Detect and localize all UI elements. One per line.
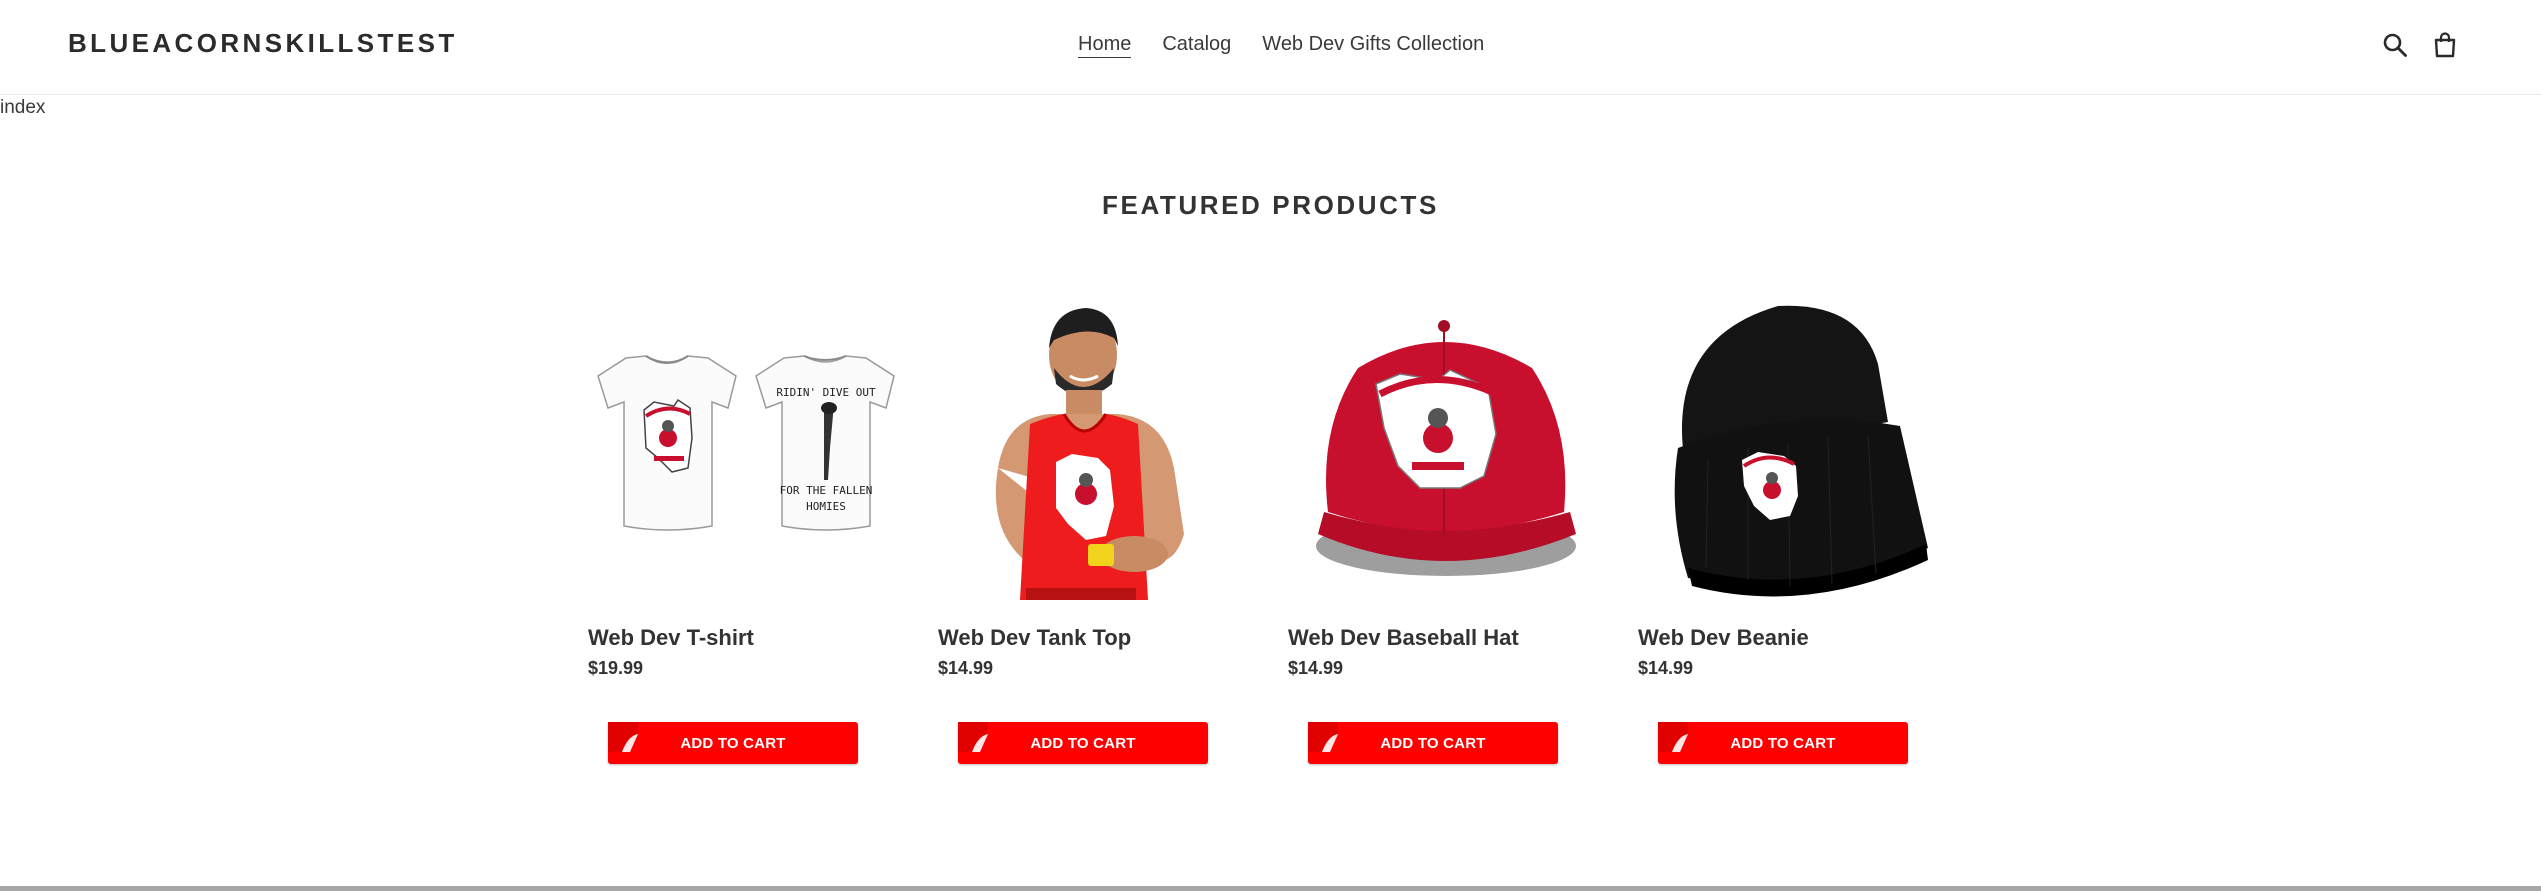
product-image-baseball-hat[interactable] xyxy=(1288,298,1600,603)
product-card-tshirt[interactable]: RIDIN' DIVE OUT FOR THE FALLEN HOMIES We… xyxy=(588,298,900,764)
add-to-cart-button[interactable]: ADD TO CART xyxy=(1308,722,1558,764)
product-title[interactable]: Web Dev Baseball Hat xyxy=(1288,625,1600,651)
template-label: index xyxy=(0,97,46,118)
page-fold-icon xyxy=(1658,722,1688,752)
search-icon xyxy=(2383,33,2407,57)
store-logo[interactable]: BLUEACORNSKILLSTEST xyxy=(68,28,458,59)
nav-link-web-dev-gifts[interactable]: Web Dev Gifts Collection xyxy=(1262,31,1484,58)
nav-link-catalog[interactable]: Catalog xyxy=(1162,31,1231,58)
product-title[interactable]: Web Dev T-shirt xyxy=(588,625,900,651)
add-to-cart-button[interactable]: ADD TO CART xyxy=(958,722,1208,764)
bottom-divider xyxy=(0,886,2541,891)
search-button[interactable] xyxy=(2378,28,2412,62)
product-price: $14.99 xyxy=(1288,658,1344,678)
cart-button[interactable] xyxy=(2428,28,2462,62)
featured-products-title: FEATURED PRODUCTS xyxy=(1102,190,1439,220)
add-to-cart-label: ADD TO CART xyxy=(1030,734,1136,752)
product-card-beanie[interactable]: Web Dev Beanie $14.99 ADD TO CART xyxy=(1638,298,1950,764)
product-card-baseball-hat[interactable]: Web Dev Baseball Hat $14.99 ADD TO CART xyxy=(1288,298,1600,764)
page-fold-icon xyxy=(958,722,988,752)
add-to-cart-label: ADD TO CART xyxy=(1380,734,1486,752)
product-price: $14.99 xyxy=(938,658,994,678)
product-card-tank-top[interactable]: Web Dev Tank Top $14.99 ADD TO CART xyxy=(938,298,1250,764)
svg-text:HOMIES: HOMIES xyxy=(806,500,846,513)
product-price: $19.99 xyxy=(588,658,644,678)
product-image-tshirt[interactable]: RIDIN' DIVE OUT FOR THE FALLEN HOMIES xyxy=(588,298,900,603)
product-image-tank-top[interactable] xyxy=(938,298,1250,603)
svg-text:RIDIN' DIVE OUT: RIDIN' DIVE OUT xyxy=(776,386,876,399)
product-title[interactable]: Web Dev Beanie xyxy=(1638,625,1950,651)
product-grid: RIDIN' DIVE OUT FOR THE FALLEN HOMIES We… xyxy=(588,298,1950,764)
add-to-cart-button[interactable]: ADD TO CART xyxy=(1658,722,1908,764)
page-fold-icon xyxy=(1308,722,1338,752)
cart-icon xyxy=(2434,32,2456,58)
add-to-cart-label: ADD TO CART xyxy=(1730,734,1836,752)
add-to-cart-button[interactable]: ADD TO CART xyxy=(608,722,858,764)
product-title[interactable]: Web Dev Tank Top xyxy=(938,625,1250,651)
product-price: $14.99 xyxy=(1638,658,1694,678)
site-header: BLUEACORNSKILLSTEST Home Catalog Web Dev… xyxy=(0,0,2541,95)
page-fold-icon xyxy=(608,722,638,752)
product-image-beanie[interactable] xyxy=(1638,298,1950,603)
svg-text:FOR THE FALLEN: FOR THE FALLEN xyxy=(780,484,873,497)
main-nav: Home Catalog Web Dev Gifts Collection xyxy=(1078,31,1484,58)
nav-link-home[interactable]: Home xyxy=(1078,31,1132,58)
add-to-cart-label: ADD TO CART xyxy=(680,734,786,752)
